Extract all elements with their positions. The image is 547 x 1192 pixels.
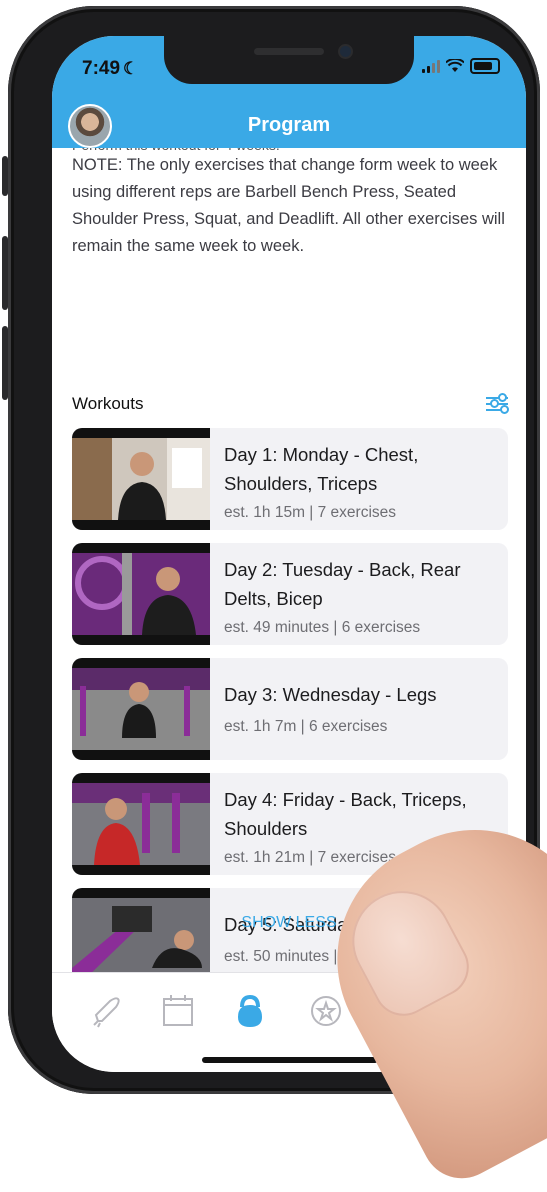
workouts-header: Workouts [72,393,509,414]
status-icons [422,58,500,74]
workout-meta: est. 1h 21m | 7 exercises [224,849,397,866]
workout-title: Day 2: Tuesday - Back, Rear Delts, Bicep [224,559,461,609]
workout-meta: est. 1h 7m | 6 exercises [224,718,388,735]
program-content: Perform this workout for 4 weeks. NOTE: … [52,140,526,990]
workout-meta: est. 1h 15m | 7 exercises [224,504,397,521]
workout-meta: est. 50 minutes | 6 [224,948,351,965]
speaker [254,48,324,55]
wifi-icon [446,59,464,72]
page-title: Program [247,114,331,136]
status-time: 7:49 ☾ [82,58,138,80]
workouts-section-title: Workouts [72,394,144,413]
rocket-icon[interactable] [86,991,126,1031]
workout-thumbnail-image [72,438,210,520]
workout-card[interactable]: Day 2: Tuesday - Back, Rear Delts, Bicep… [72,543,508,645]
workout-thumbnail [72,543,210,645]
fingernail [334,873,480,1027]
calendar-icon[interactable] [158,991,198,1031]
workout-thumbnail-image [72,783,210,865]
workout-thumbnail-image [72,668,210,750]
home-indicator[interactable] [202,1057,378,1063]
filter-icon[interactable] [486,393,509,414]
workout-card[interactable]: Day 3: Wednesday - Legs est. 1h 7m | 6 e… [72,658,508,760]
volume-down-button [2,326,8,400]
signal-icon [422,59,440,73]
workout-meta: est. 49 minutes | 6 exercises [224,619,421,636]
kettlebell-icon[interactable] [230,991,270,1031]
notch [164,36,414,84]
mute-switch [2,156,8,196]
front-camera [340,46,351,57]
moon-icon: ☾ [123,59,139,78]
workout-title: Day 3: Wednesday - Legs [224,684,437,705]
workout-thumbnail-image [72,898,210,980]
battery-icon [470,58,500,74]
workout-thumbnail [72,658,210,760]
workout-title: Day 1: Monday - Chest, Shoulders, Tricep… [224,444,419,494]
volume-up-button [2,236,8,310]
status-time-text: 7:49 [82,58,121,79]
program-note: NOTE: The only exercises that change for… [72,156,505,255]
workout-thumbnail [72,428,210,530]
workout-thumbnail [72,773,210,875]
badge-icon[interactable] [306,991,346,1031]
workout-card[interactable]: Day 1: Monday - Chest, Shoulders, Tricep… [72,428,508,530]
workout-thumbnail-image [72,553,210,635]
